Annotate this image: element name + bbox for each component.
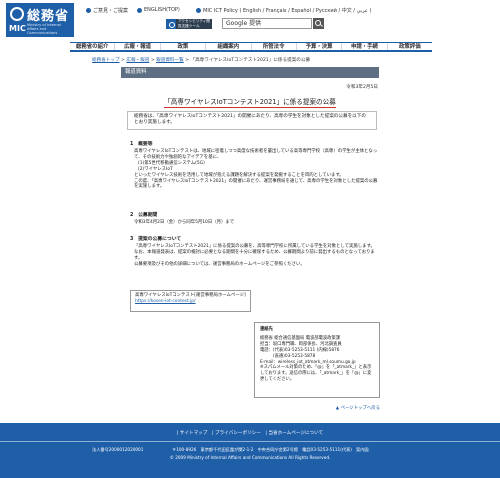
- section-heading-period: 2 公募期間: [130, 213, 158, 218]
- overview-line: この度、「高専ワイヤレスIoTコンテスト2021」の開催にあたり、運営事務局を通…: [134, 178, 378, 190]
- accessibility-tool-label: アクセシビリティ閲覧支援ツール: [176, 19, 212, 29]
- feedback-link[interactable]: ご意見・ご提案: [86, 7, 128, 14]
- site-footer: | サイトマップ | プライバシーポリシー | 当省ホームページについて 法人番…: [0, 423, 500, 478]
- overview-line: 高専ワイヤレスIoTコンテストは、地域に密着しつつ高度な技術者を輩出している高等…: [134, 149, 378, 160]
- breadcrumb-press[interactable]: 広報・報道: [126, 58, 149, 63]
- accessibility-icon: [166, 19, 176, 29]
- nav-item-laws[interactable]: 所管法令: [250, 43, 296, 50]
- corporate-number: 法人番号2000012020001: [92, 447, 144, 452]
- nav-item-applications[interactable]: 申請・手続: [341, 43, 386, 50]
- bullet-icon: [86, 8, 91, 13]
- global-nav: 総務省の紹介 広報・報道 政策 組織案内 所管法令 予算・決算 申請・手続 政策…: [70, 42, 432, 52]
- page: 総務省 MIC Ministry of Internal Affairs and…: [0, 0, 500, 478]
- search-input[interactable]: Google 提供: [222, 18, 312, 29]
- breadcrumb-home[interactable]: 総務省トップ: [92, 58, 120, 63]
- english-top-link-label: ENGLISH(TOP): [144, 7, 180, 13]
- breadcrumb: 総務省トップ > 広報・報道 > 報道資料一覧 > 「高専ワイヤレスIoTコンテ…: [92, 58, 311, 63]
- page-top-link[interactable]: ▲ ページトップへ戻る: [320, 405, 380, 411]
- footer-divider: [0, 441, 500, 442]
- logo-subtitle: Ministry of Internal Affairs and Communi…: [27, 23, 61, 36]
- nav-item-organization[interactable]: 組織案内: [205, 43, 250, 50]
- page-title: 「高専ワイヤレスIoTコンテスト2021」に係る提案の公募: [121, 96, 379, 108]
- logo-abbrev: MIC: [9, 24, 26, 33]
- period-line: 令和3年4月2日（金）から同年5月10日（月）まで: [134, 220, 235, 225]
- logo-emblem-icon: [10, 7, 24, 21]
- search-icon[interactable]: [313, 18, 324, 29]
- info-box: 高専ワイヤレスIoTコンテスト[運営事務局ホームページ] https://kos…: [130, 290, 251, 312]
- contact-line: ※スパムメール対策のため、「@」を「_atmark_」と表示しております。送信の…: [260, 365, 372, 383]
- nav-item-policy[interactable]: 政策: [159, 43, 205, 50]
- breadcrumb-press-list[interactable]: 報道資料一覧: [156, 58, 184, 63]
- ict-policy-link[interactable]: MIC ICT Policy ( English / Français / Es…: [196, 7, 371, 14]
- section-heading-overview: 1 概要等: [130, 142, 153, 147]
- footer-links[interactable]: | サイトマップ | プライバシーポリシー | 当省ホームページについて: [0, 430, 500, 436]
- feedback-link-label: ご意見・ご提案: [93, 8, 129, 14]
- ict-policy-link-label: MIC ICT Policy ( English / Français / Es…: [203, 8, 372, 14]
- footer-address: 〒100-8926 東京都千代田区霞が関2-1-2 中央合同庁舎第2号館 電話0…: [172, 447, 369, 452]
- copyright: © 2009 Ministry of Internal Affairs and …: [169, 455, 331, 460]
- section-title: 報道資料: [121, 67, 379, 78]
- site-header: 総務省 MIC Ministry of Internal Affairs and…: [0, 0, 500, 40]
- section-body-call: 「高専ワイヤレスIoTコンテスト2021」に係る提案の公募を、高等専門学校に所属…: [134, 244, 379, 268]
- section-heading-call: 3 提案の公募について: [130, 237, 182, 242]
- site-logo[interactable]: 総務省 MIC Ministry of Internal Affairs and…: [6, 3, 74, 37]
- contact-box: 連絡先 総務省 総合通信基盤局 電波部電波政策課 担当：坂口専門職、岡部係長、河…: [254, 322, 380, 398]
- nav-item-evaluation[interactable]: 政策評価: [386, 43, 432, 50]
- bullet-icon: [196, 8, 201, 13]
- overview-line: といったワイヤレス技術を活用して地域が抱える課題を解決する提案を発掘することを目…: [134, 172, 344, 178]
- release-date: 令和3年2月5日: [346, 85, 378, 90]
- nav-item-press[interactable]: 広報・報道: [114, 43, 159, 50]
- intro-box: 総務省は、「高専ワイヤレスIoTコンテスト2021」の開催にあたり、高専の学生を…: [127, 111, 377, 130]
- logo-title: 総務省: [27, 9, 70, 24]
- call-line: なお、本報道発表は、提案の検討に必要となる期間を十分に確保するため、公募期間より…: [134, 249, 375, 261]
- section-body-overview: 高専ワイヤレスIoTコンテストは、地域に密着しつつ高度な技術者を輩出している高等…: [134, 149, 379, 190]
- section-body-period: 令和3年4月2日（金）から同年5月10日（月）まで: [134, 220, 379, 226]
- nav-item-about[interactable]: 総務省の紹介: [70, 43, 114, 50]
- contact-title: 連絡先: [260, 327, 273, 332]
- breadcrumb-current: 「高専ワイヤレスIoTコンテスト2021」に係る提案の公募: [190, 58, 311, 63]
- page-title-text: 「高専ワイヤレスIoTコンテスト2021」に係る提案の公募: [164, 98, 336, 108]
- call-line: 公募要項及びその他の詳細については、運営事務局のホームページをご参照ください。: [134, 261, 305, 267]
- accessibility-tool-button[interactable]: アクセシビリティ閲覧支援ツール: [166, 19, 212, 29]
- contest-site-link[interactable]: https://kosen-iot-contest.jp/: [135, 299, 246, 305]
- english-top-link[interactable]: ENGLISH(TOP): [137, 7, 180, 13]
- bullet-icon: [137, 7, 142, 13]
- nav-item-budget[interactable]: 予算・決算: [295, 43, 341, 50]
